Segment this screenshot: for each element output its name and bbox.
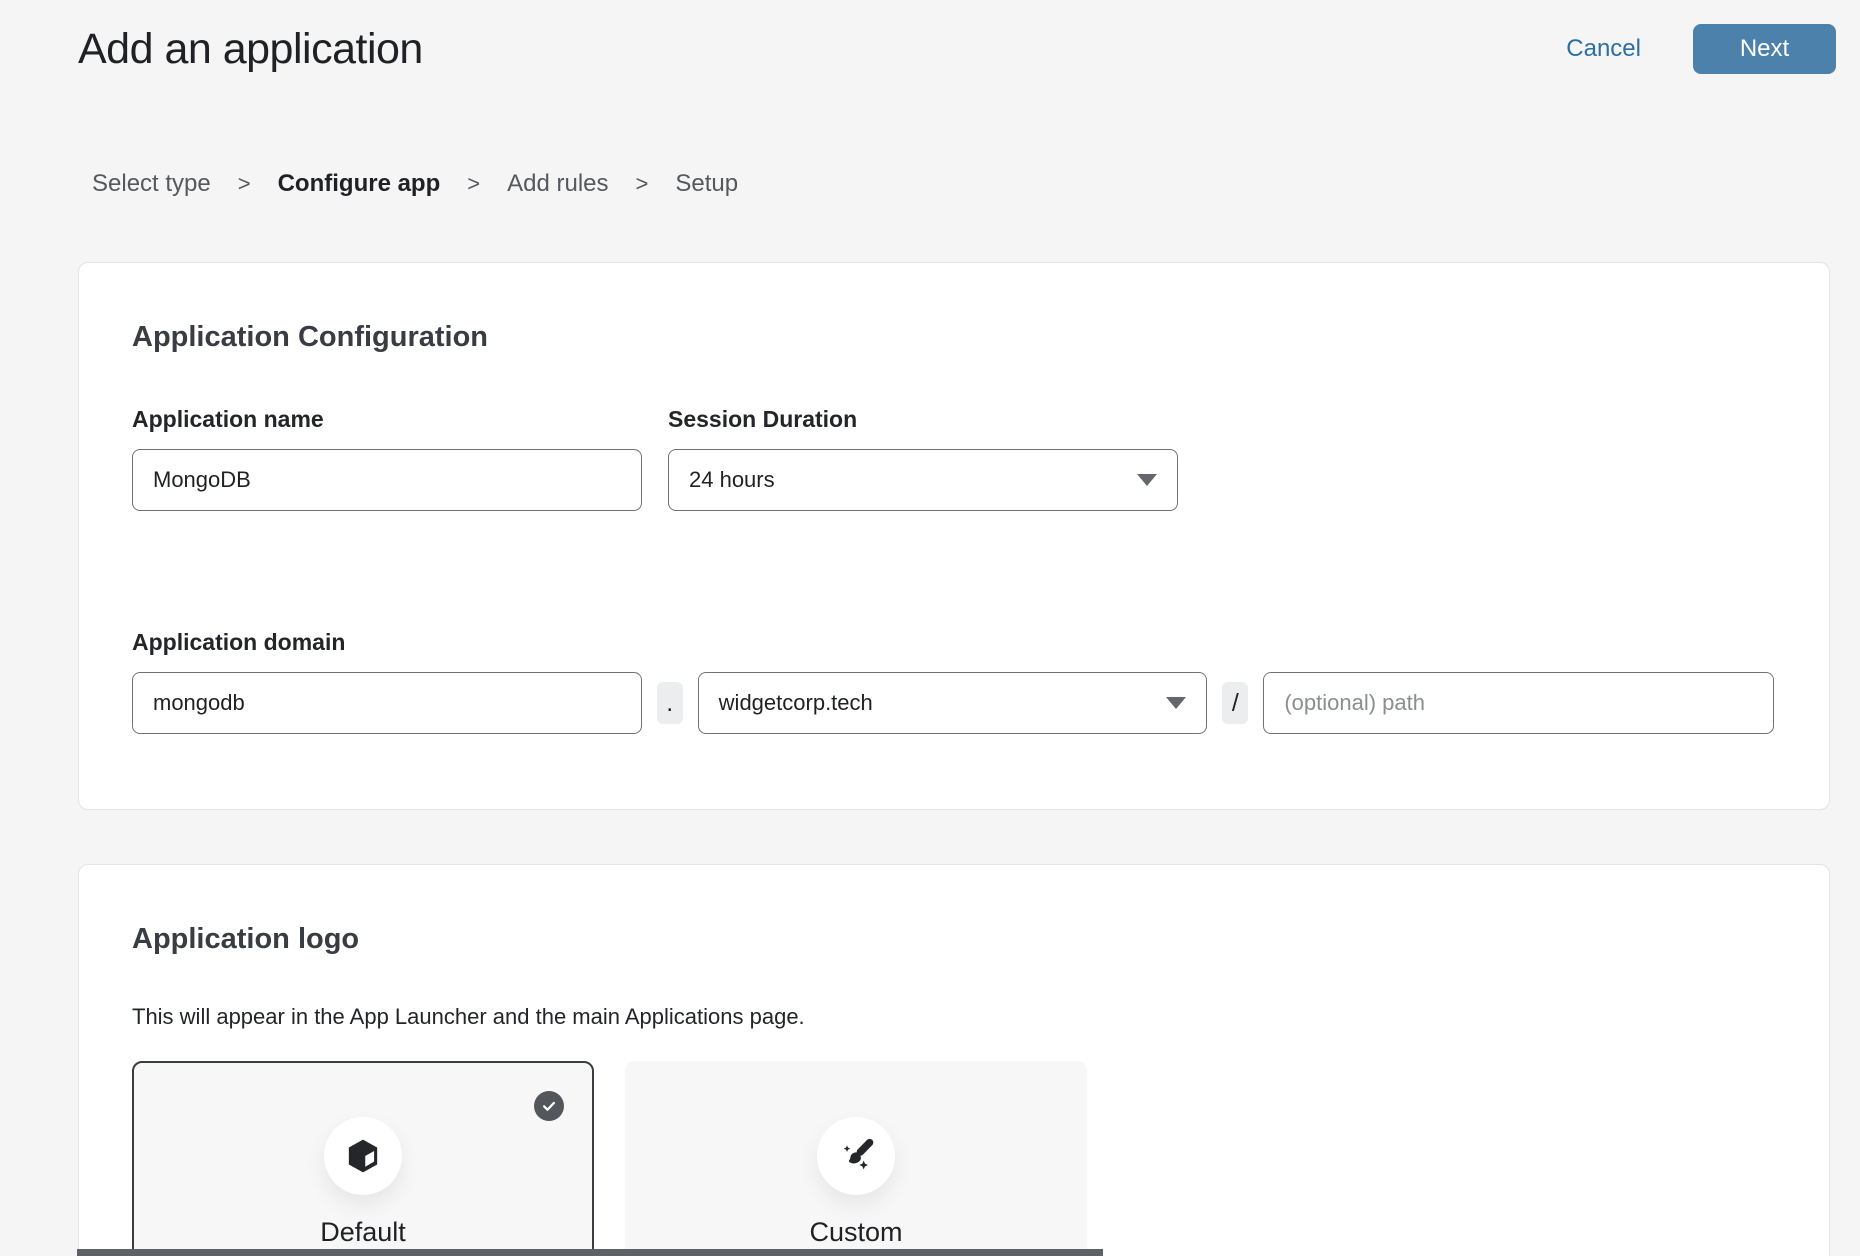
path-input[interactable] — [1263, 672, 1774, 734]
session-duration-select[interactable]: 24 hours — [668, 449, 1178, 511]
domain-select[interactable]: widgetcorp.tech — [698, 672, 1208, 734]
horizontal-scrollbar-thumb[interactable] — [77, 1249, 1103, 1256]
chevron-down-icon — [1166, 697, 1186, 709]
session-duration-label: Session Duration — [668, 406, 1178, 433]
logo-option-default[interactable]: Default — [132, 1061, 594, 1256]
subdomain-input[interactable] — [132, 672, 642, 734]
application-name-label: Application name — [132, 406, 642, 433]
logo-option-custom-label: Custom — [625, 1217, 1087, 1248]
application-logo-heading: Application logo — [132, 923, 1774, 956]
breadcrumb: Select type > Configure app > Add rules … — [92, 170, 1860, 198]
breadcrumb-separator: > — [238, 171, 251, 197]
default-logo-circle — [324, 1117, 402, 1195]
cancel-button[interactable]: Cancel — [1566, 35, 1641, 63]
custom-logo-circle — [817, 1117, 895, 1195]
cube-icon — [343, 1136, 383, 1176]
page-title: Add an application — [78, 25, 423, 74]
application-name-field: Application name — [132, 406, 642, 511]
breadcrumb-separator: > — [467, 171, 480, 197]
selected-check-icon — [534, 1091, 564, 1121]
domain-value: widgetcorp.tech — [719, 690, 873, 716]
paintbrush-icon — [836, 1136, 876, 1176]
session-duration-field: Session Duration 24 hours — [668, 406, 1178, 511]
application-logo-description: This will appear in the App Launcher and… — [132, 1004, 1774, 1030]
breadcrumb-step-select-type[interactable]: Select type — [92, 170, 211, 198]
logo-option-custom[interactable]: Custom — [625, 1061, 1087, 1256]
chevron-down-icon — [1137, 474, 1157, 486]
slash-separator: / — [1222, 682, 1248, 724]
application-configuration-card: Application Configuration Application na… — [78, 262, 1830, 810]
logo-option-default-label: Default — [134, 1217, 592, 1248]
header-actions: Cancel Next — [1566, 24, 1836, 74]
breadcrumb-step-add-rules[interactable]: Add rules — [507, 170, 608, 198]
application-name-input[interactable] — [132, 449, 642, 511]
application-domain-field: Application domain . widgetcorp.tech / — [132, 629, 1774, 734]
breadcrumb-separator: > — [636, 171, 649, 197]
configuration-heading: Application Configuration — [132, 321, 1774, 354]
session-duration-value: 24 hours — [689, 467, 775, 493]
dot-separator: . — [657, 682, 683, 724]
application-domain-label: Application domain — [132, 629, 1774, 656]
next-button[interactable]: Next — [1693, 24, 1836, 74]
breadcrumb-step-configure-app[interactable]: Configure app — [278, 170, 441, 198]
breadcrumb-step-setup[interactable]: Setup — [675, 170, 738, 198]
application-logo-card: Application logo This will appear in the… — [78, 864, 1830, 1256]
page-header: Add an application Cancel Next — [0, 0, 1860, 74]
